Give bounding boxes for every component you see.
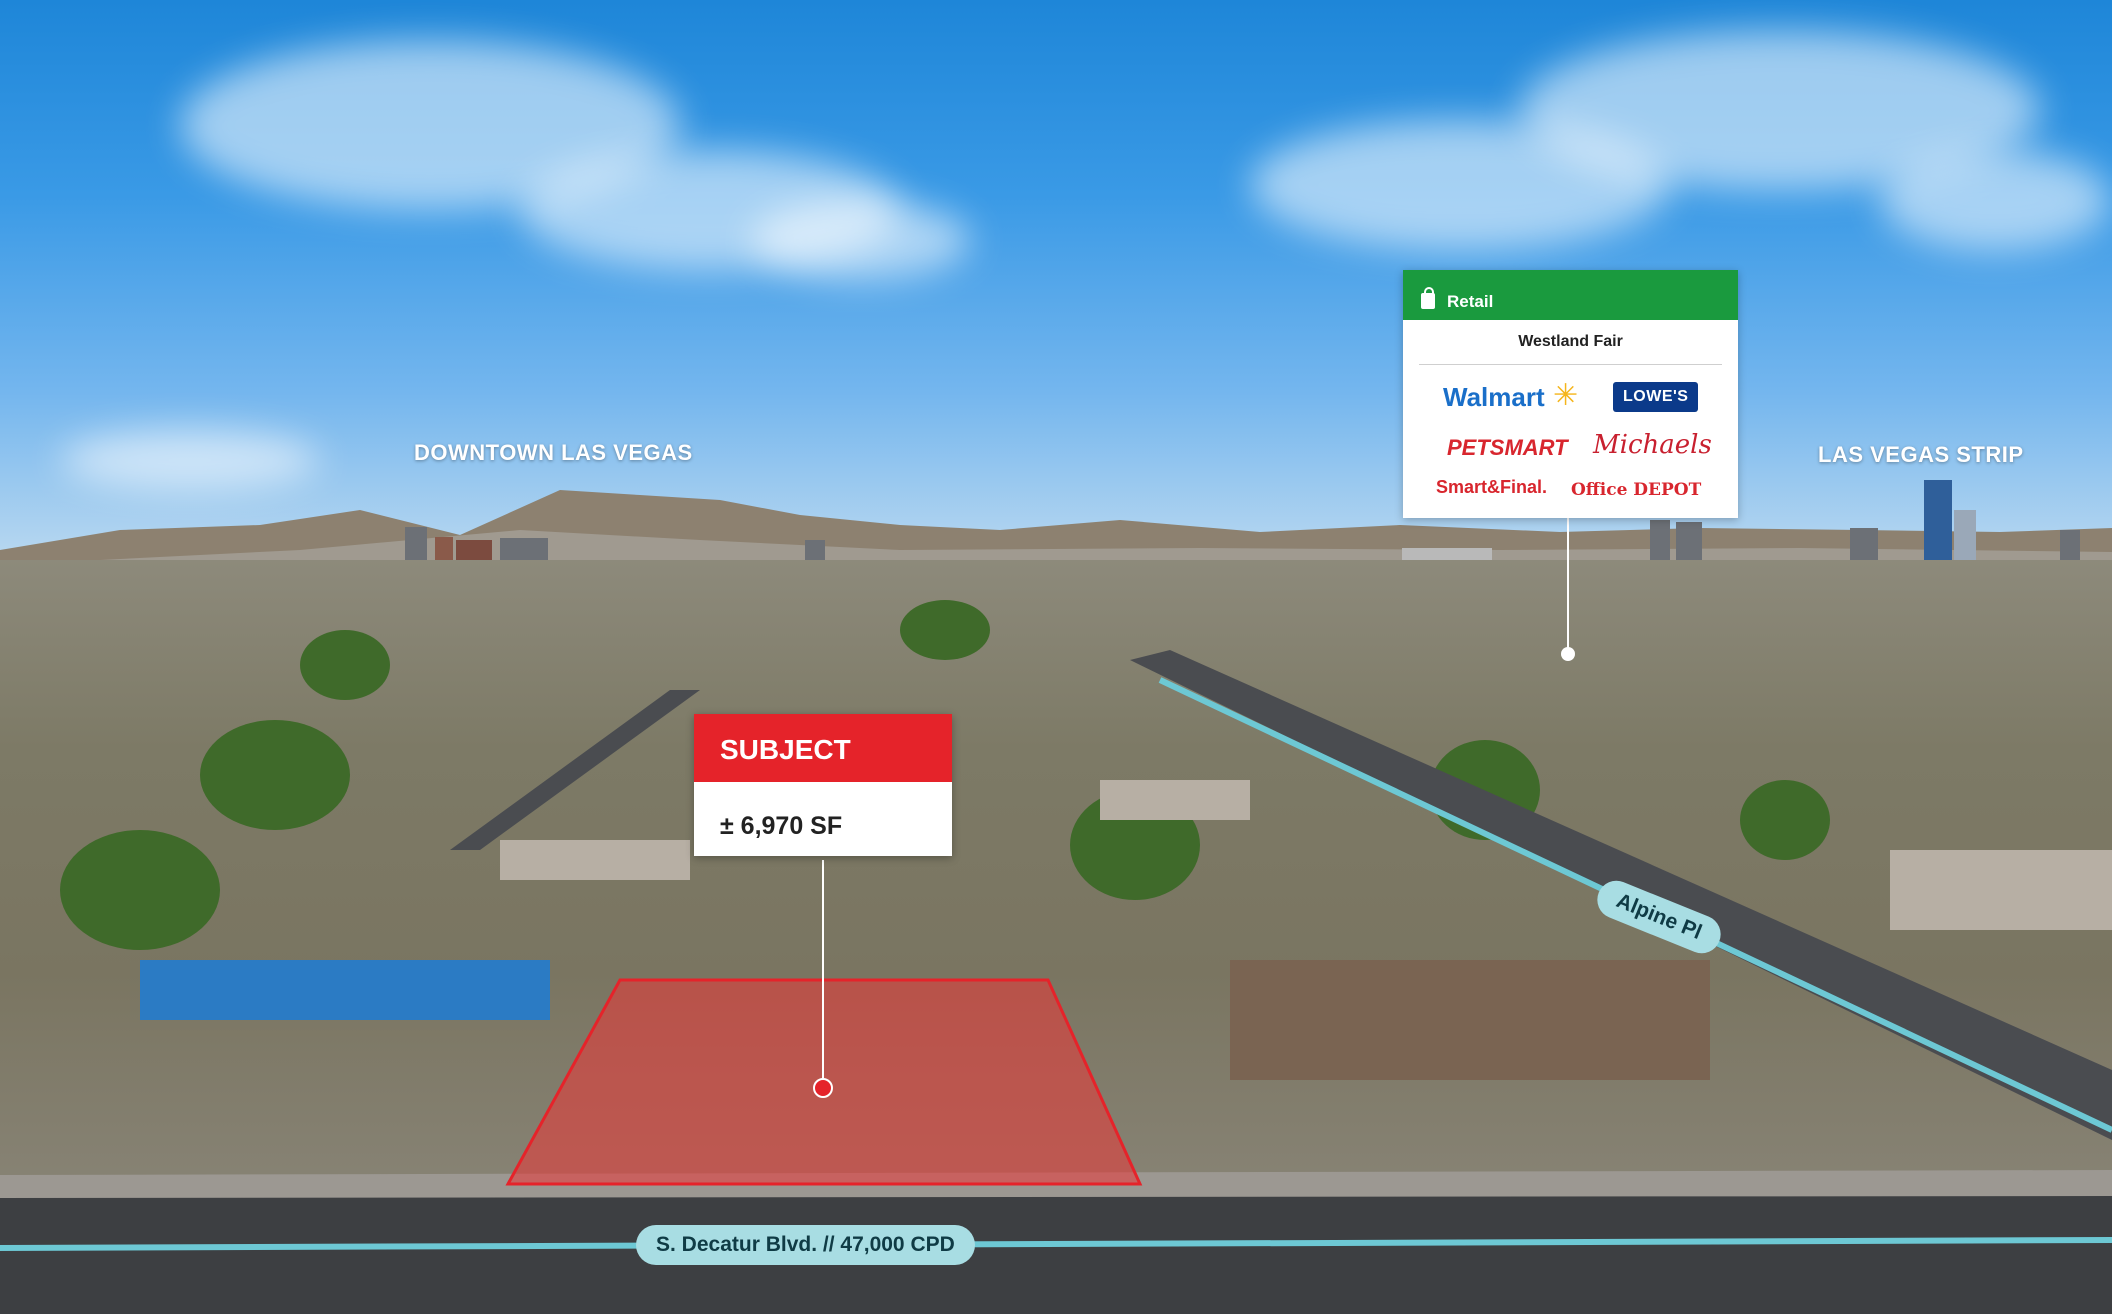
retail-category: Retail	[1447, 292, 1494, 311]
downtown-label: DOWNTOWN LAS VEGAS	[414, 440, 693, 465]
divider	[1419, 364, 1722, 365]
strip-label: LAS VEGAS STRIP	[1818, 442, 2024, 467]
retail-callout: Retail Westland Fair Walmart ✳ LOWE'S PE…	[1403, 270, 1738, 518]
decatur-road-label: S. Decatur Blvd. // 47,000 CPD	[636, 1225, 975, 1265]
smart-final-logo: Smart&Final.	[1436, 477, 1548, 497]
roads	[0, 518, 2112, 1314]
petsmart-logo: PETSMART	[1447, 435, 1568, 460]
walmart-logo: Walmart	[1443, 382, 1545, 412]
subject-heading: SUBJECT	[694, 714, 952, 782]
walmart-spark-icon: ✳	[1553, 379, 1579, 412]
subject-callout: SUBJECT ± 6,970 SF	[694, 714, 952, 856]
office-depot-logo: Office DEPOT	[1571, 480, 1702, 500]
retail-center-name: Westland Fair	[1518, 333, 1623, 350]
retail-header: Retail	[1403, 270, 1738, 320]
lowes-logo: LOWE'S	[1613, 382, 1699, 412]
michaels-logo: Michaels	[1593, 430, 1712, 460]
shopping-bag-icon	[1421, 287, 1435, 309]
aerial-photo	[0, 0, 2112, 1314]
subject-area: ± 6,970 SF	[720, 812, 843, 840]
